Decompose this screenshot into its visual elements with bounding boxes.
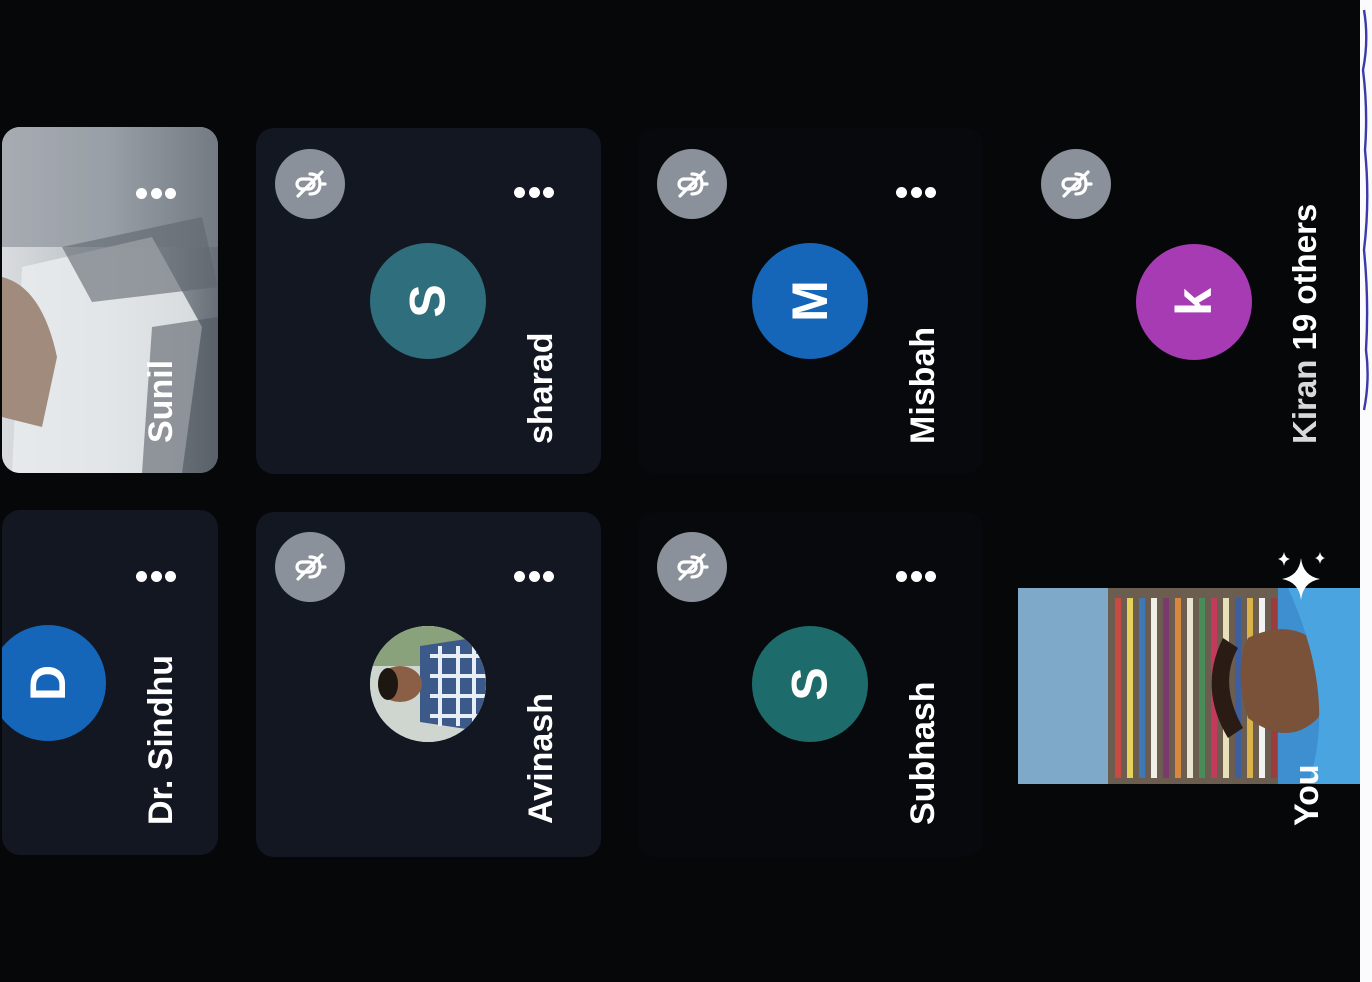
more-options-icon[interactable] bbox=[136, 568, 176, 584]
video-frame bbox=[2, 127, 218, 473]
participant-name: Misbah bbox=[904, 326, 942, 444]
participant-name: Dr. Sindhu bbox=[142, 655, 180, 825]
more-options-icon[interactable] bbox=[514, 568, 554, 584]
profile-photo-avinash bbox=[370, 626, 486, 742]
others-first-name: Kiran bbox=[1286, 359, 1323, 444]
avatar-dr-sindhu: D bbox=[2, 625, 106, 741]
others-count: 19 others bbox=[1286, 203, 1323, 351]
avatar-subhash: S bbox=[752, 626, 868, 742]
mic-off-icon bbox=[1041, 149, 1111, 219]
participant-name: sharad bbox=[522, 332, 560, 445]
mic-off-icon bbox=[275, 149, 345, 219]
participant-tile-avinash[interactable]: Avinash bbox=[256, 512, 601, 857]
participant-name: Subhash bbox=[904, 681, 942, 825]
mic-off-icon bbox=[657, 149, 727, 219]
mic-off-icon bbox=[275, 532, 345, 602]
participant-tile-subhash[interactable]: S Subhash bbox=[638, 512, 983, 857]
avatar-kiran: k bbox=[1136, 244, 1252, 360]
more-options-icon[interactable] bbox=[896, 184, 936, 200]
pen-marks bbox=[1361, 9, 1369, 411]
avatar-misbah: M bbox=[752, 243, 868, 359]
avatar-sharad: S bbox=[370, 243, 486, 359]
more-options-icon[interactable] bbox=[896, 568, 936, 584]
more-options-icon[interactable] bbox=[514, 184, 554, 200]
video-feed-sunil bbox=[2, 127, 218, 473]
others-tile[interactable]: k Kiran 19 others bbox=[1022, 128, 1360, 474]
mic-off-icon bbox=[657, 532, 727, 602]
self-view-frame bbox=[1018, 588, 1360, 784]
sparkle-effects-icon[interactable] bbox=[1270, 548, 1332, 610]
participant-tile-misbah[interactable]: M Misbah bbox=[638, 128, 983, 474]
self-view-video[interactable] bbox=[1018, 588, 1360, 784]
more-options-icon[interactable] bbox=[136, 185, 176, 201]
others-name: Kiran 19 others bbox=[1286, 204, 1324, 444]
meeting-grid: D Dr. Sindhu Sunil Avinash S sharad S Su… bbox=[0, 0, 1360, 982]
paper-edge bbox=[1360, 0, 1372, 982]
participant-name: Avinash bbox=[522, 692, 560, 824]
participant-name: Sunil bbox=[142, 359, 180, 443]
participant-tile-sharad[interactable]: S sharad bbox=[256, 128, 601, 474]
participant-tile-dr-sindhu[interactable]: D Dr. Sindhu bbox=[2, 510, 218, 855]
self-view-name: You bbox=[1288, 764, 1326, 826]
participant-tile-sunil[interactable]: Sunil bbox=[2, 127, 218, 473]
